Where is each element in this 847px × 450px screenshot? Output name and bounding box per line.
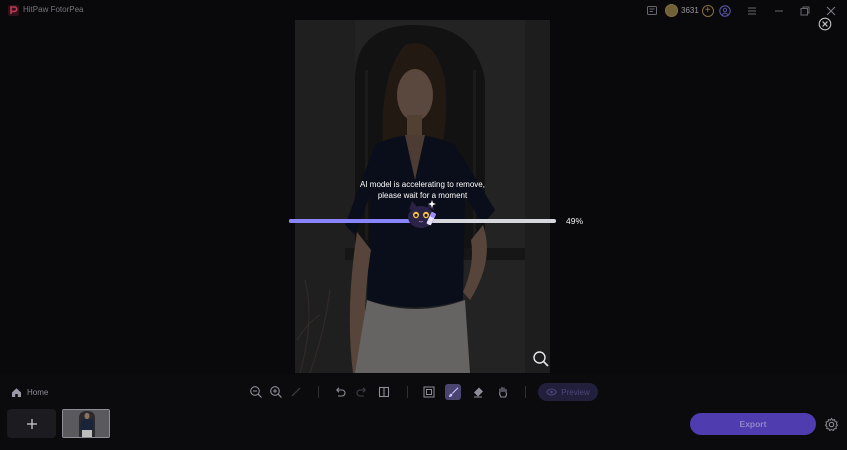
eraser-tool-button[interactable] <box>470 384 486 400</box>
undo-button[interactable] <box>332 384 348 400</box>
export-label: Export <box>739 419 767 429</box>
zoom-lens-icon[interactable] <box>532 350 550 368</box>
minimize-icon[interactable] <box>772 4 786 18</box>
redo-button[interactable] <box>354 384 370 400</box>
pen-tool-button[interactable] <box>288 384 304 400</box>
frame-select-button[interactable] <box>421 384 437 400</box>
add-coins-icon[interactable]: + <box>701 4 714 17</box>
feedback-icon[interactable] <box>645 4 659 18</box>
frame-select-icon <box>423 386 435 398</box>
compare-button[interactable] <box>376 384 392 400</box>
hand-icon <box>499 386 507 398</box>
image-thumbnail[interactable] <box>62 409 110 438</box>
zoom-in-button[interactable] <box>268 384 284 400</box>
toolbar-divider <box>407 386 408 398</box>
coin-balance[interactable]: 3631 + <box>665 3 714 18</box>
brush-icon <box>449 387 459 397</box>
account-icon[interactable] <box>718 4 732 18</box>
coin-count: 3631 <box>681 6 699 15</box>
zoom-out-button[interactable] <box>248 384 264 400</box>
home-label: Home <box>27 388 49 397</box>
home-icon <box>12 388 21 397</box>
restore-icon[interactable] <box>798 4 812 18</box>
settings-gear-icon[interactable] <box>824 417 839 432</box>
zoom-out-icon <box>250 386 262 398</box>
thumbnail-image <box>63 410 109 437</box>
preview-button[interactable]: Preview <box>538 383 598 401</box>
compare-icon <box>378 386 390 398</box>
home-link[interactable]: Home <box>11 387 48 398</box>
pen-icon <box>291 387 301 397</box>
progress-fill <box>289 219 420 223</box>
toolbar-divider <box>525 386 526 398</box>
close-icon[interactable] <box>824 4 838 18</box>
app-logo-icon <box>8 5 19 16</box>
eraser-icon <box>474 387 483 398</box>
toolbar-divider <box>318 386 319 398</box>
undo-icon <box>336 387 346 397</box>
preview-label: Preview <box>561 387 590 397</box>
title-bar: HitPaw FotorPea 3631 + <box>0 0 847 22</box>
eye-icon <box>546 388 558 396</box>
processing-message-line1: AI model is accelerating to remove, <box>360 180 485 189</box>
add-image-button[interactable] <box>7 409 56 438</box>
app-title: HitPaw FotorPea <box>23 5 84 14</box>
close-editor-icon[interactable] <box>818 17 832 31</box>
export-button[interactable]: Export <box>690 413 816 435</box>
menu-icon[interactable] <box>745 4 759 18</box>
brush-tool-button[interactable] <box>445 384 461 400</box>
mascot-cat-icon <box>408 200 436 228</box>
hand-tool-button[interactable] <box>495 384 511 400</box>
progress-percent: 49% <box>566 216 584 226</box>
coin-icon <box>665 4 678 17</box>
zoom-in-icon <box>270 386 282 398</box>
redo-icon <box>356 387 366 397</box>
plus-icon <box>26 418 37 429</box>
